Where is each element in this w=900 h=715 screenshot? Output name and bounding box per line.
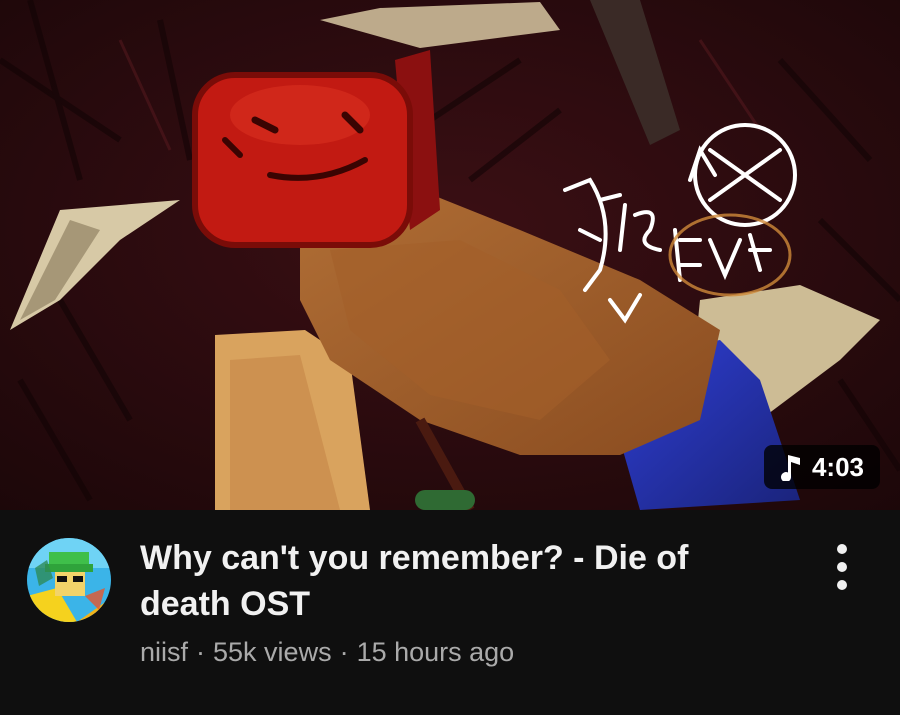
- channel-avatar[interactable]: [27, 538, 111, 622]
- menu-dot: [837, 544, 847, 554]
- channel-name[interactable]: niisf: [140, 637, 188, 667]
- music-note-icon: [778, 453, 802, 481]
- menu-dot: [837, 562, 847, 572]
- thumbnail-artwork: [0, 0, 900, 510]
- video-details: Why can't you remember? - Die of death O…: [0, 510, 900, 715]
- duration-text: 4:03: [811, 451, 864, 482]
- video-card: 4:03 Why can't you remember? - Die of de…: [0, 0, 900, 715]
- video-metadata: niisf · 55k views · 15 hours ago: [140, 634, 514, 670]
- video-thumbnail[interactable]: 4:03: [0, 0, 900, 510]
- separator-dot: ·: [339, 637, 349, 667]
- duration-badge: 4:03: [763, 445, 880, 489]
- view-count: 55k views: [213, 637, 332, 667]
- more-vert-icon[interactable]: [830, 544, 854, 590]
- menu-dot: [837, 580, 847, 590]
- video-title[interactable]: Why can't you remember? - Die of death O…: [140, 535, 780, 627]
- upload-age: 15 hours ago: [356, 637, 515, 667]
- separator-dot: ·: [196, 637, 206, 667]
